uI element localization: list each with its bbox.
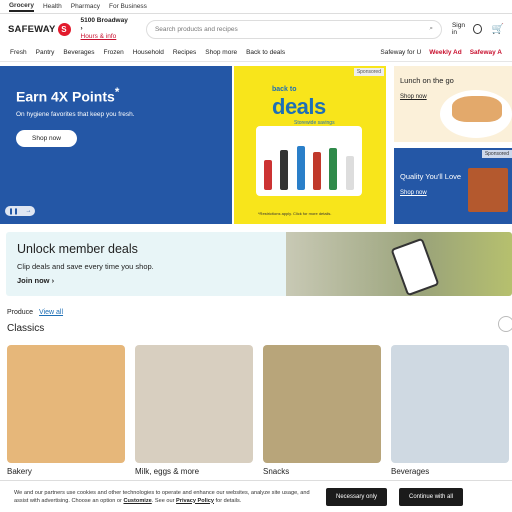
search-icon[interactable]: ⌕ — [429, 25, 433, 33]
tab-health[interactable]: Health — [43, 3, 62, 10]
safeway-s-icon: S — [57, 22, 71, 36]
category-snacks[interactable]: Snacks — [263, 345, 381, 476]
sponsored-badge: Sponsored — [353, 68, 384, 76]
sponsored-badge: Sponsored — [481, 150, 512, 158]
search-input[interactable]: Search products and recipes ⌕ — [145, 19, 442, 39]
category-label: Snacks — [263, 467, 290, 476]
lunch-promo-title: Lunch on the go — [400, 76, 454, 85]
nav-shop-more[interactable]: Shop more — [205, 49, 237, 56]
category-bakery[interactable]: Bakery — [7, 345, 125, 476]
store-address: 5100 Broadway — [80, 17, 128, 24]
category-beverages[interactable]: Beverages — [391, 345, 509, 476]
member-text: Clip deals and save every time you shop. — [17, 262, 154, 271]
member-deals-banner[interactable]: Unlock member deals Clip deals and save … — [6, 232, 512, 296]
nav-fresh[interactable]: Fresh — [10, 49, 27, 56]
nav-beverages[interactable]: Beverages — [63, 49, 94, 56]
nav-safeway-for-u[interactable]: Safeway for U — [380, 49, 421, 56]
store-selector[interactable]: 5100 Broadway › Hours & info — [81, 17, 128, 41]
produce-label: Produce — [7, 309, 34, 316]
member-title: Unlock member deals — [17, 242, 138, 256]
section-title: Classics — [7, 323, 45, 334]
main-nav: Fresh Pantry Beverages Frozen Household … — [0, 44, 512, 62]
lunch-shop-now-link[interactable]: Shop now — [400, 94, 427, 100]
category-label: Bakery — [7, 467, 32, 476]
carousel-pause-control[interactable]: ❚❚ → — [5, 206, 35, 216]
quality-shop-now-link[interactable]: Shop now — [400, 190, 427, 196]
necessary-only-button[interactable]: Necessary only — [326, 487, 388, 506]
join-now-link[interactable]: Join now › — [17, 276, 54, 285]
category-label: Milk, eggs & more — [135, 467, 200, 476]
hero-title: Earn 4X Points* — [16, 86, 120, 105]
chevron-right-icon: › — [51, 276, 55, 285]
hero-shop-now-button[interactable]: Shop now — [16, 129, 77, 147]
nav-back-to-deals[interactable]: Back to deals — [246, 49, 285, 56]
carousel-next-button[interactable] — [498, 316, 512, 332]
continue-with-all-button[interactable]: Continue with all — [399, 487, 464, 506]
sign-in-button[interactable]: Sign in 🛒 — [452, 22, 504, 36]
nav-household[interactable]: Household — [133, 49, 164, 56]
nav-pantry[interactable]: Pantry — [36, 49, 55, 56]
view-all-link[interactable]: View all — [39, 309, 63, 316]
lunch-promo[interactable]: Lunch on the go Shop now — [394, 66, 512, 142]
safeway-logo[interactable]: SAFEWAY S — [8, 22, 71, 36]
hero-banner[interactable]: Earn 4X Points* On hygiene favorites tha… — [0, 66, 232, 224]
hours-link[interactable]: Hours & info — [81, 33, 128, 41]
account-icon — [472, 24, 482, 34]
top-tabs: Grocery Health Pharmacy For Business — [0, 0, 512, 14]
hygiene-products-image — [256, 126, 362, 196]
category-row: Bakery Milk, eggs & more Snacks Beverage… — [7, 345, 509, 476]
nav-safeway-app[interactable]: Safeway A — [470, 49, 502, 56]
deals-banner[interactable]: Sponsored back to deals Storewide saving… — [234, 66, 386, 224]
nav-weekly-ad[interactable]: Weekly Ad — [429, 49, 462, 56]
bakery-image — [7, 345, 125, 463]
arrow-right-icon: → — [25, 208, 32, 214]
cart-icon[interactable]: 🛒 — [492, 24, 504, 35]
nav-recipes[interactable]: Recipes — [173, 49, 196, 56]
sandwich-image — [440, 90, 512, 138]
search-placeholder: Search products and recipes — [154, 25, 238, 33]
eggs-image — [135, 345, 253, 463]
chevron-right-icon: › — [80, 25, 83, 32]
pause-icon: ❚❚ — [8, 208, 19, 215]
sign-in-label: Sign in — [451, 22, 465, 36]
deals-title: deals — [272, 94, 326, 119]
logo-text: SAFEWAY — [8, 23, 56, 35]
tab-for-business[interactable]: For Business — [109, 3, 147, 10]
deals-small-text: back to — [272, 86, 297, 93]
snacks-image — [263, 345, 381, 463]
cookie-text: We and our partners use cookies and othe… — [14, 489, 310, 504]
tab-pharmacy[interactable]: Pharmacy — [71, 3, 100, 10]
header: SAFEWAY S 5100 Broadway › Hours & info S… — [0, 14, 512, 44]
category-milk-eggs[interactable]: Milk, eggs & more — [135, 345, 253, 476]
privacy-policy-link[interactable]: Privacy Policy — [176, 498, 214, 504]
hero-subtitle: On hygiene favorites that keep you fresh… — [16, 110, 135, 118]
beverages-image — [391, 345, 509, 463]
category-label: Beverages — [391, 467, 430, 476]
customize-link[interactable]: Customize — [123, 498, 151, 504]
frozen-product-image — [468, 168, 508, 212]
tab-grocery[interactable]: Grocery — [9, 2, 34, 12]
fine-print: *Restrictions apply. Click for more deta… — [258, 211, 332, 216]
nav-frozen[interactable]: Frozen — [104, 49, 124, 56]
produce-header: Produce View all — [7, 309, 63, 316]
cookie-banner: We and our partners use cookies and othe… — [0, 480, 512, 512]
hero-section: Earn 4X Points* On hygiene favorites tha… — [0, 66, 512, 226]
quality-promo[interactable]: Sponsored Quality You'll Love Shop now — [394, 148, 512, 224]
